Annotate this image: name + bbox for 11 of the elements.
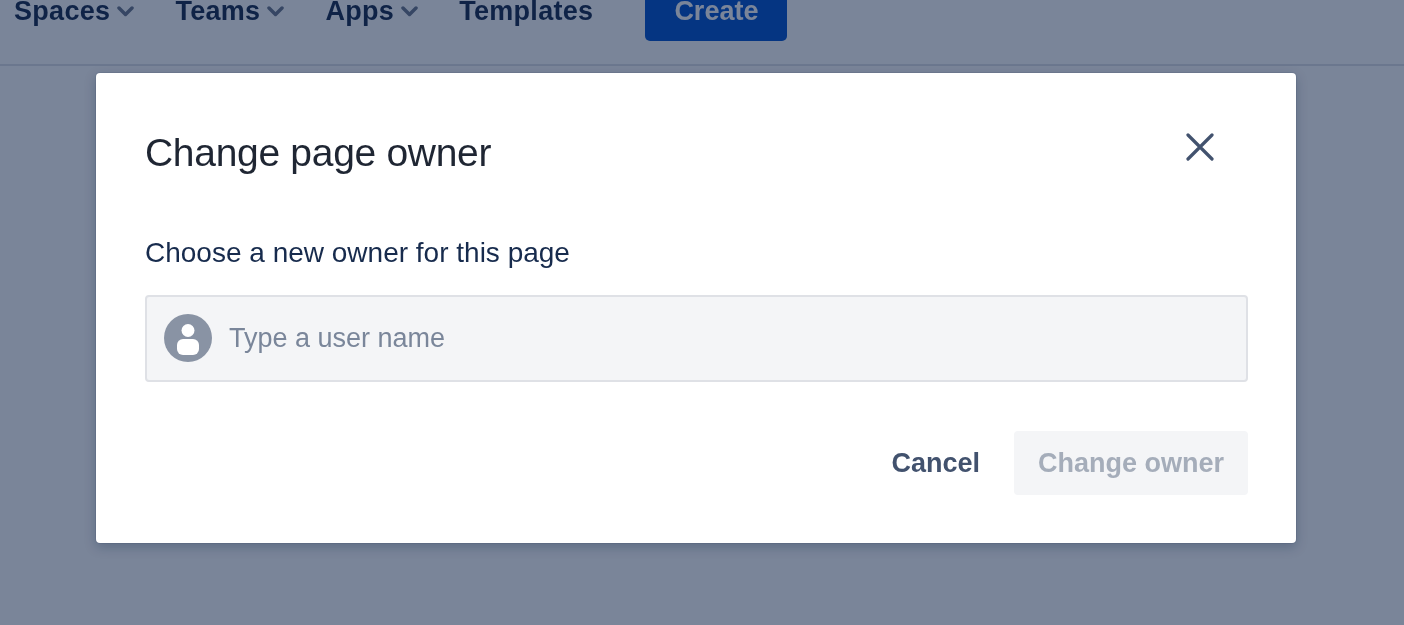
- cancel-button[interactable]: Cancel: [867, 431, 1004, 495]
- create-button[interactable]: Create: [645, 0, 788, 41]
- nav-menu-item[interactable]: Teams: [175, 0, 285, 27]
- nav-menu-item[interactable]: Templates: [459, 0, 594, 27]
- user-name-field[interactable]: Type a user name: [145, 295, 1248, 382]
- nav-menu-item[interactable]: Spaces: [14, 0, 135, 27]
- nav-menu-item[interactable]: Apps: [325, 0, 419, 27]
- close-icon: [1186, 133, 1214, 161]
- dialog-title: Change page owner: [145, 130, 492, 176]
- field-label: Choose a new owner for this page: [145, 236, 571, 270]
- user-avatar-icon: [164, 314, 212, 362]
